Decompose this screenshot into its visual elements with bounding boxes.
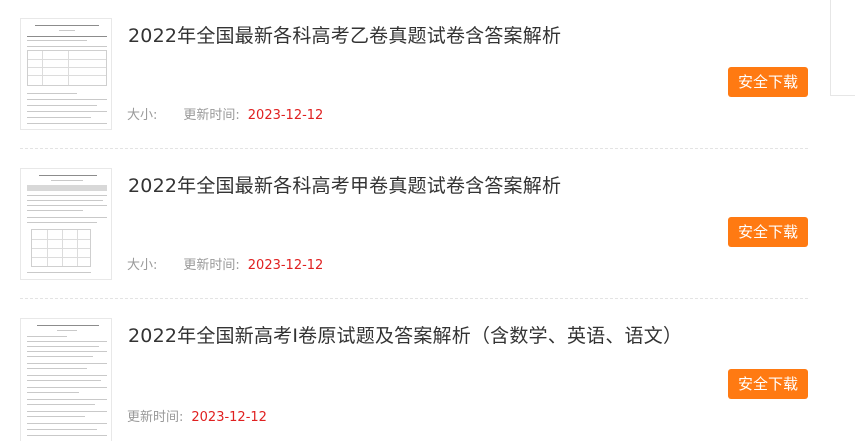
update-time-label: 更新时间: <box>127 410 184 425</box>
download-button[interactable]: 安全下载 <box>728 67 808 97</box>
resource-meta: 大小: 更新时间: 2023-12-12 <box>127 104 323 123</box>
update-time-label: 更新时间: <box>183 258 240 273</box>
document-thumbnail[interactable] <box>20 18 112 130</box>
resource-title[interactable]: 2022年全国最新各科高考甲卷真题试卷含答案解析 <box>128 171 561 198</box>
resource-list: 2022年全国最新各科高考乙卷真题试卷含答案解析 大小: 更新时间: 2023-12… <box>0 0 830 441</box>
document-thumbnail[interactable] <box>20 168 112 280</box>
resource-meta: 大小: 更新时间: 2023-12-12 <box>127 254 323 273</box>
size-label: 大小: <box>127 108 158 123</box>
size-label: 大小: <box>127 258 158 273</box>
resource-title[interactable]: 2022年全国新高考I卷原试题及答案解析（含数学、英语、语文） <box>128 321 682 348</box>
download-button[interactable]: 安全下载 <box>728 217 808 247</box>
update-date: 2023-12-12 <box>191 410 267 425</box>
document-thumbnail[interactable] <box>20 318 112 441</box>
resource-meta: 更新时间: 2023-12-12 <box>127 406 267 425</box>
resource-title[interactable]: 2022年全国最新各科高考乙卷真题试卷含答案解析 <box>128 21 561 48</box>
list-item: 2022年全国新高考I卷原试题及答案解析（含数学、英语、语文） 更新时间: 202… <box>20 300 808 441</box>
list-item: 2022年全国最新各科高考甲卷真题试卷含答案解析 大小: 更新时间: 2023-12… <box>20 150 808 300</box>
download-button[interactable]: 安全下载 <box>728 369 808 399</box>
update-date: 2023-12-12 <box>247 258 324 273</box>
divider <box>20 298 808 299</box>
update-date: 2023-12-12 <box>247 108 324 123</box>
list-item: 2022年全国最新各科高考乙卷真题试卷含答案解析 大小: 更新时间: 2023-12… <box>20 0 808 150</box>
divider <box>20 148 808 149</box>
update-time-label: 更新时间: <box>183 108 240 123</box>
side-panel <box>830 0 855 96</box>
